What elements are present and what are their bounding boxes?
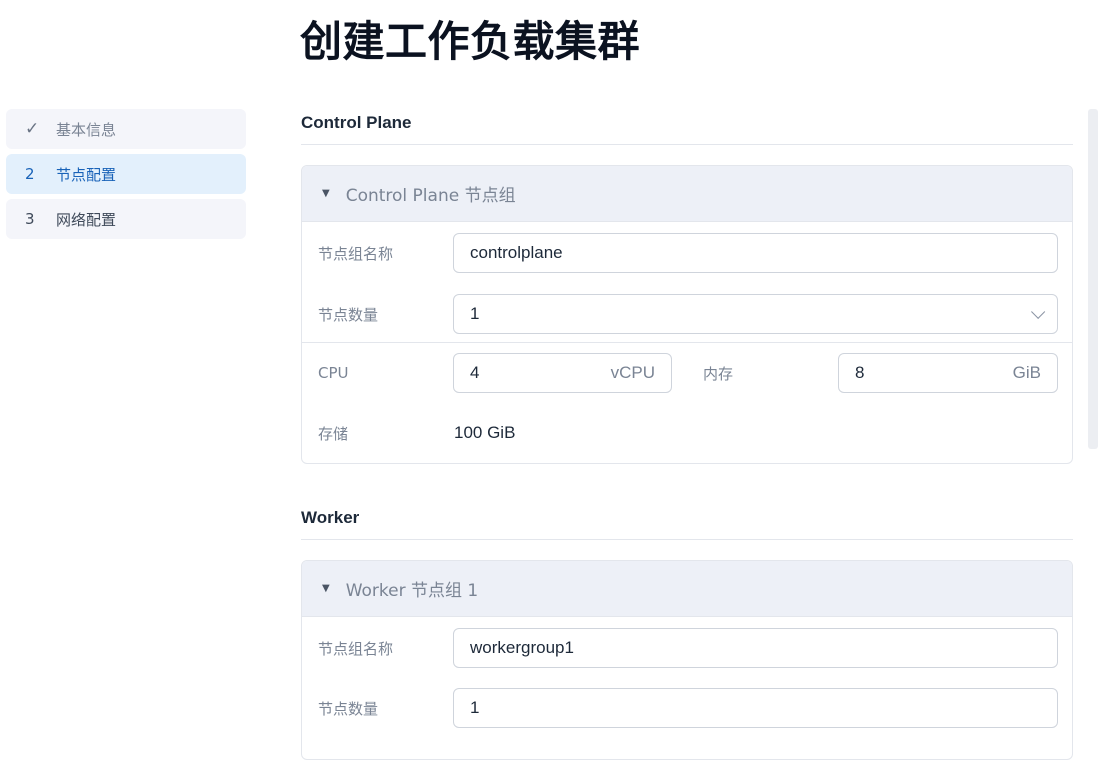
- control-plane-group-header[interactable]: ▼ Control Plane 节点组: [302, 166, 1072, 222]
- row-storage: 存储 100 GiB: [302, 413, 1072, 453]
- step-network-config[interactable]: 3 网络配置: [6, 199, 246, 239]
- cpu-input[interactable]: 4 vCPU: [453, 353, 672, 393]
- section-divider: [301, 144, 1073, 145]
- chevron-down-icon: [1031, 304, 1046, 319]
- step-label: 网络配置: [56, 210, 117, 229]
- row-divider: [302, 342, 1072, 343]
- field-label: 内存: [703, 364, 734, 383]
- control-plane-node-group-card: ▼ Control Plane 节点组 节点组名称 controlplane 节…: [301, 165, 1073, 464]
- row-node-group-name: 节点组名称 workergroup1: [302, 628, 1072, 668]
- section-divider: [301, 539, 1073, 540]
- scrollbar[interactable]: [1088, 109, 1098, 449]
- field-label: 节点数量: [318, 699, 379, 718]
- control-plane-section-title: Control Plane: [301, 113, 412, 132]
- step-label: 节点配置: [56, 165, 117, 184]
- step-number: 2: [25, 165, 35, 183]
- field-label: 节点组名称: [318, 639, 394, 658]
- memory-input[interactable]: 8 GiB: [838, 353, 1058, 393]
- step-number: 3: [25, 210, 35, 228]
- field-label: 节点组名称: [318, 244, 394, 263]
- page-title: 创建工作负载集群: [300, 17, 641, 66]
- input-value: workergroup1: [470, 638, 574, 657]
- wizard-steps: ✓ 基本信息 2 节点配置 3 网络配置: [6, 109, 246, 244]
- group-title: Control Plane 节点组: [345, 186, 516, 206]
- step-basic-info[interactable]: ✓ 基本信息: [6, 109, 246, 149]
- step-node-config[interactable]: 2 节点配置: [6, 154, 246, 194]
- input-value: 8: [855, 363, 865, 382]
- unit-suffix: GiB: [1012, 363, 1041, 382]
- node-group-name-input[interactable]: controlplane: [453, 233, 1058, 273]
- field-label: 节点数量: [318, 305, 379, 324]
- node-count-select[interactable]: 1: [453, 294, 1058, 334]
- worker-node-group-card: ▼ Worker 节点组 1 节点组名称 workergroup1 节点数量 1: [301, 560, 1073, 760]
- select-value: 1: [470, 698, 480, 717]
- group-title: Worker 节点组 1: [345, 581, 479, 601]
- input-value: controlplane: [470, 243, 563, 262]
- worker-node-count-select[interactable]: 1: [453, 688, 1058, 728]
- field-label: 存储: [318, 424, 349, 443]
- row-node-count: 节点数量 1: [302, 294, 1072, 334]
- unit-suffix: vCPU: [610, 363, 655, 382]
- row-node-count: 节点数量 1: [302, 688, 1072, 728]
- field-label: CPU: [318, 364, 349, 382]
- row-cpu-memory: CPU 4 vCPU 内存 8 GiB: [302, 353, 1072, 393]
- storage-value: 100 GiB: [454, 423, 516, 442]
- collapse-triangle-icon: ▼: [322, 188, 330, 199]
- worker-section-title: Worker: [301, 508, 360, 527]
- worker-group-header[interactable]: ▼ Worker 节点组 1: [302, 561, 1072, 617]
- collapse-triangle-icon: ▼: [322, 583, 330, 594]
- checkmark-icon: ✓: [25, 119, 40, 139]
- step-label: 基本信息: [56, 120, 117, 139]
- input-value: 4: [470, 363, 480, 382]
- worker-group-name-input[interactable]: workergroup1: [453, 628, 1058, 668]
- select-value: 1: [470, 304, 480, 323]
- row-node-group-name: 节点组名称 controlplane: [302, 233, 1072, 273]
